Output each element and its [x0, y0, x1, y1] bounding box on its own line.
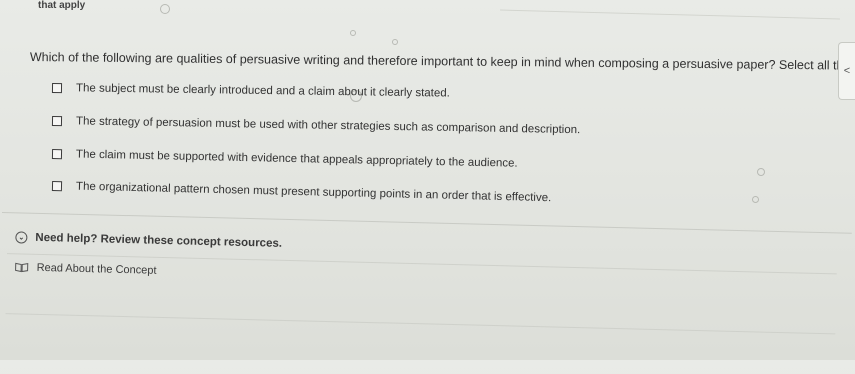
- instruction-fragment: that apply: [38, 0, 86, 11]
- help-toggle[interactable]: ⌄ Need help? Review these concept resour…: [15, 231, 282, 250]
- checkbox-4[interactable]: [51, 181, 63, 192]
- option-2-label: The strategy of persuasion must be used …: [75, 115, 581, 137]
- checkbox-1[interactable]: [51, 83, 63, 94]
- divider: [5, 313, 836, 335]
- option-4[interactable]: The organizational pattern chosen must p…: [51, 180, 552, 205]
- dust-speck: [350, 30, 356, 36]
- help-panel: ⌄ Need help? Review these concept resour…: [0, 212, 852, 374]
- dust-speck: [160, 4, 170, 14]
- option-3[interactable]: The claim must be supported with evidenc…: [51, 148, 518, 170]
- dust-speck: [392, 39, 398, 45]
- divider: [500, 9, 840, 20]
- chevron-circle-icon: ⌄: [15, 231, 28, 244]
- option-4-label: The organizational pattern chosen must p…: [75, 180, 552, 205]
- option-2[interactable]: The strategy of persuasion must be used …: [51, 115, 581, 137]
- read-about-concept-link[interactable]: Read About the Concept: [15, 261, 157, 277]
- option-1-label: The subject must be clearly introduced a…: [75, 82, 450, 100]
- dust-speck: [752, 196, 759, 203]
- dust-speck: [757, 168, 765, 176]
- help-title-text: Need help? Review these concept resource…: [35, 231, 283, 250]
- checkbox-2[interactable]: [51, 116, 63, 127]
- option-1[interactable]: The subject must be clearly introduced a…: [51, 82, 450, 100]
- question-text: Which of the following are qualities of …: [29, 50, 855, 74]
- side-collapse-tab[interactable]: <: [838, 42, 855, 100]
- read-about-concept-label: Read About the Concept: [36, 261, 157, 277]
- checkbox-3[interactable]: [51, 149, 63, 160]
- book-icon: [15, 262, 29, 273]
- chevron-left-icon: <: [843, 65, 851, 77]
- option-3-label: The claim must be supported with evidenc…: [75, 148, 518, 170]
